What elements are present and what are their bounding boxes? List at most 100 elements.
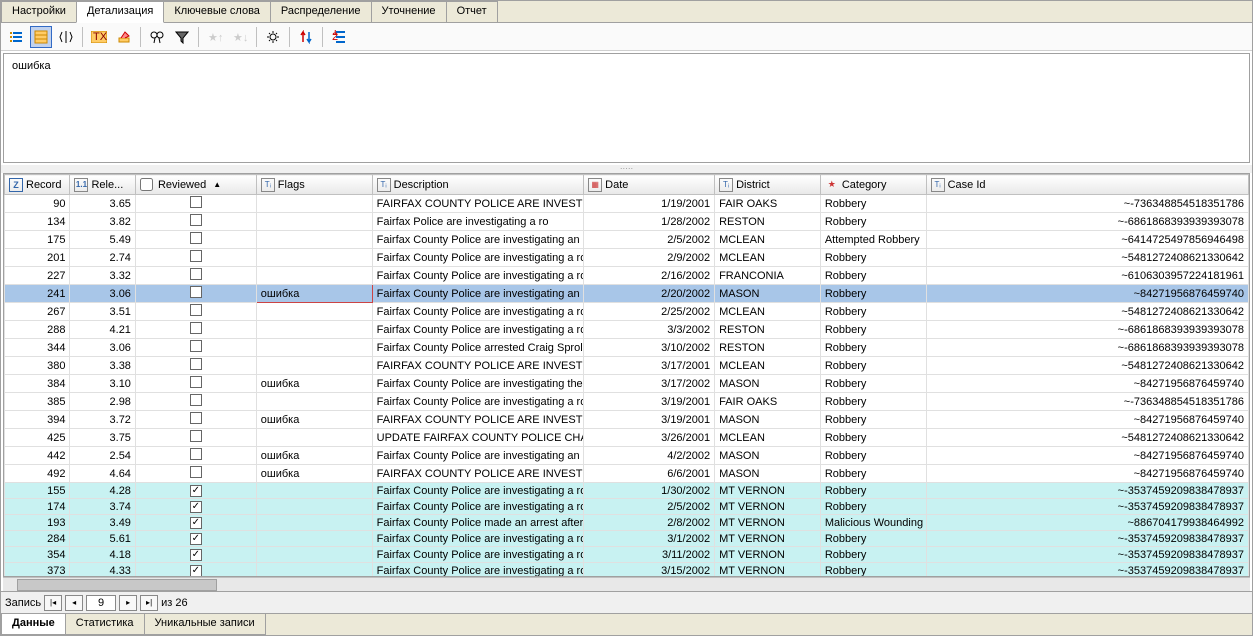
tb-gear-icon[interactable] xyxy=(262,26,284,48)
col-header-6[interactable]: TᵢDistrict xyxy=(715,175,821,195)
cell-flags[interactable] xyxy=(256,267,372,285)
tb-grid-icon[interactable] xyxy=(30,26,52,48)
cell-flags[interactable] xyxy=(256,499,372,515)
cell-reviewed[interactable]: ✓ xyxy=(135,515,256,531)
table-row[interactable]: 2273.32Fairfax County Police are investi… xyxy=(5,267,1249,285)
table-row[interactable]: 3443.06Fairfax County Police arrested Cr… xyxy=(5,339,1249,357)
btab-0[interactable]: Данные xyxy=(1,614,66,635)
table-row[interactable]: 2413.06ошибкаFairfax County Police are i… xyxy=(5,285,1249,303)
nav-next-icon[interactable]: ▸ xyxy=(119,595,137,611)
tb-split-icon[interactable] xyxy=(55,26,77,48)
cell-reviewed[interactable] xyxy=(135,285,256,303)
tb-clear-icon[interactable] xyxy=(113,26,135,48)
table-row[interactable]: 2012.74Fairfax County Police are investi… xyxy=(5,249,1249,267)
table-row[interactable]: 2673.51Fairfax County Police are investi… xyxy=(5,303,1249,321)
table-row[interactable]: 4253.75UPDATE FAIRFAX COUNTY POLICE CHAR… xyxy=(5,429,1249,447)
tb-star-down-icon[interactable]: ★↓ xyxy=(229,26,251,48)
tb-sort-icon[interactable] xyxy=(295,26,317,48)
col-header-8[interactable]: TᵢCase Id xyxy=(926,175,1248,195)
cell-reviewed[interactable]: ✓ xyxy=(135,483,256,499)
cell-reviewed[interactable] xyxy=(135,249,256,267)
cell-flags[interactable]: ошибка xyxy=(256,447,372,465)
nav-input[interactable] xyxy=(86,595,116,611)
cell-flags[interactable] xyxy=(256,321,372,339)
cell-flags[interactable] xyxy=(256,483,372,499)
cell-reviewed[interactable] xyxy=(135,321,256,339)
cell-reviewed[interactable] xyxy=(135,303,256,321)
query-textarea[interactable]: ошибка xyxy=(3,53,1250,163)
cell-flags[interactable]: ошибка xyxy=(256,285,372,303)
table-row[interactable]: 3852.98Fairfax County Police are investi… xyxy=(5,393,1249,411)
splitter[interactable]: ····· xyxy=(1,165,1252,173)
cell-reviewed[interactable]: ✓ xyxy=(135,547,256,563)
table-row[interactable]: 1554.28✓Fairfax County Police are invest… xyxy=(5,483,1249,499)
tab-1[interactable]: Детализация xyxy=(76,1,164,23)
table-row[interactable]: 1343.82Fairfax Police are investigating … xyxy=(5,213,1249,231)
cell-reviewed[interactable] xyxy=(135,357,256,375)
table-row[interactable]: 1755.49Fairfax County Police are investi… xyxy=(5,231,1249,249)
cell-reviewed[interactable] xyxy=(135,411,256,429)
table-row[interactable]: 4924.64ошибкаFAIRFAX COUNTY POLICE ARE I… xyxy=(5,465,1249,483)
table-row[interactable]: 3843.10ошибкаFairfax County Police are i… xyxy=(5,375,1249,393)
cell-flags[interactable] xyxy=(256,249,372,267)
col-header-2[interactable]: Reviewed▲ xyxy=(135,175,256,195)
cell-flags[interactable]: ошибка xyxy=(256,411,372,429)
nav-prev-icon[interactable]: ◂ xyxy=(65,595,83,611)
cell-reviewed[interactable] xyxy=(135,393,256,411)
table-row[interactable]: 903.65FAIRFAX COUNTY POLICE ARE INVESTIG… xyxy=(5,195,1249,213)
cell-flags[interactable]: ошибка xyxy=(256,375,372,393)
tb-filter-icon[interactable] xyxy=(171,26,193,48)
col-header-1[interactable]: 1.1Rele... xyxy=(70,175,135,195)
col-header-3[interactable]: TᵢFlags xyxy=(256,175,372,195)
tab-5[interactable]: Отчет xyxy=(446,1,498,22)
cell-flags[interactable] xyxy=(256,547,372,563)
btab-1[interactable]: Статистика xyxy=(65,614,145,635)
btab-2[interactable]: Уникальные записи xyxy=(144,614,266,635)
cell-reviewed[interactable] xyxy=(135,195,256,213)
cell-reviewed[interactable] xyxy=(135,375,256,393)
tb-find-icon[interactable] xyxy=(146,26,168,48)
cell-reviewed[interactable] xyxy=(135,339,256,357)
cell-reviewed[interactable]: ✓ xyxy=(135,531,256,547)
tb-txt-icon[interactable]: TXT xyxy=(88,26,110,48)
table-row[interactable]: 3803.38FAIRFAX COUNTY POLICE ARE INVESTI… xyxy=(5,357,1249,375)
col-header-7[interactable]: ★Category xyxy=(820,175,926,195)
cell-reviewed[interactable] xyxy=(135,267,256,285)
table-row[interactable]: 4422.54ошибкаFairfax County Police are i… xyxy=(5,447,1249,465)
cell-reviewed[interactable]: ✓ xyxy=(135,499,256,515)
cell-reviewed[interactable] xyxy=(135,231,256,249)
cell-flags[interactable]: ошибка xyxy=(256,465,372,483)
table-row[interactable]: 1933.49✓Fairfax County Police made an ar… xyxy=(5,515,1249,531)
cell-flags[interactable] xyxy=(256,303,372,321)
nav-first-icon[interactable]: |◂ xyxy=(44,595,62,611)
tab-0[interactable]: Настройки xyxy=(1,1,77,22)
tab-3[interactable]: Распределение xyxy=(270,1,372,22)
cell-flags[interactable] xyxy=(256,339,372,357)
tb-list-icon[interactable] xyxy=(5,26,27,48)
cell-flags[interactable] xyxy=(256,393,372,411)
table-row[interactable]: 3943.72ошибкаFAIRFAX COUNTY POLICE ARE I… xyxy=(5,411,1249,429)
cell-reviewed[interactable]: ✓ xyxy=(135,563,256,578)
cell-flags[interactable] xyxy=(256,213,372,231)
nav-last-icon[interactable]: ▸| xyxy=(140,595,158,611)
tb-numlist-icon[interactable]: 12 xyxy=(328,26,350,48)
cell-flags[interactable] xyxy=(256,357,372,375)
cell-flags[interactable] xyxy=(256,195,372,213)
cell-flags[interactable] xyxy=(256,429,372,447)
cell-reviewed[interactable] xyxy=(135,447,256,465)
cell-flags[interactable] xyxy=(256,231,372,249)
table-row[interactable]: 1743.74✓Fairfax County Police are invest… xyxy=(5,499,1249,515)
table-row[interactable]: 2884.21Fairfax County Police are investi… xyxy=(5,321,1249,339)
table-row[interactable]: 3544.18✓Fairfax County Police are invest… xyxy=(5,547,1249,563)
tab-4[interactable]: Уточнение xyxy=(371,1,447,22)
col-header-5[interactable]: ▦Date xyxy=(584,175,715,195)
tb-star-up-icon[interactable]: ★↑ xyxy=(204,26,226,48)
cell-reviewed[interactable] xyxy=(135,429,256,447)
cell-flags[interactable] xyxy=(256,531,372,547)
col-header-4[interactable]: TᵢDescription xyxy=(372,175,584,195)
col-header-0[interactable]: ZRecord xyxy=(5,175,70,195)
cell-reviewed[interactable] xyxy=(135,465,256,483)
cell-flags[interactable] xyxy=(256,515,372,531)
cell-reviewed[interactable] xyxy=(135,213,256,231)
h-scrollbar[interactable] xyxy=(3,577,1250,591)
